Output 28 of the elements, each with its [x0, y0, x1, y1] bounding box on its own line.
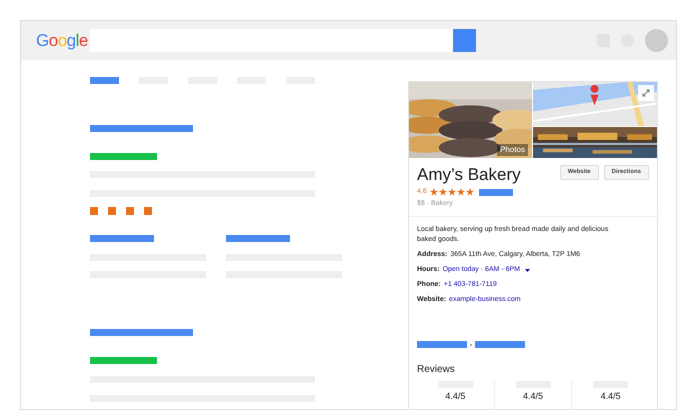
url-placeholder — [90, 357, 157, 364]
title-placeholder — [90, 235, 154, 242]
reviews-link-placeholder[interactable] — [478, 188, 513, 196]
review-score: 4.4/5 — [600, 390, 621, 403]
rating-square-icon — [126, 207, 134, 215]
avatar[interactable] — [645, 29, 668, 52]
title-placeholder — [226, 235, 290, 242]
star-icon — [438, 188, 447, 196]
search-field[interactable] — [90, 29, 476, 52]
star-icon — [466, 188, 474, 196]
link-placeholder[interactable] — [417, 341, 467, 348]
star-icon — [430, 188, 438, 196]
business-title: Amy’s Bakery — [417, 165, 521, 185]
link-placeholder[interactable] — [475, 341, 525, 348]
search-button[interactable] — [453, 29, 476, 52]
rating-square-icon — [144, 207, 152, 215]
rating-square-icon — [108, 207, 116, 215]
tab-placeholder — [90, 77, 119, 84]
review-score: 4.4/5 — [522, 390, 544, 403]
expand-button[interactable] — [638, 85, 654, 101]
star-icon — [456, 188, 465, 196]
star-icon — [448, 188, 456, 196]
rating-square-icon — [90, 207, 98, 215]
caret-icon — [524, 268, 530, 272]
reviews-heading: Reviews — [417, 363, 456, 377]
expand-icon — [642, 89, 650, 97]
url-placeholder — [90, 153, 157, 160]
review-score: 4.4/5 — [445, 390, 466, 403]
